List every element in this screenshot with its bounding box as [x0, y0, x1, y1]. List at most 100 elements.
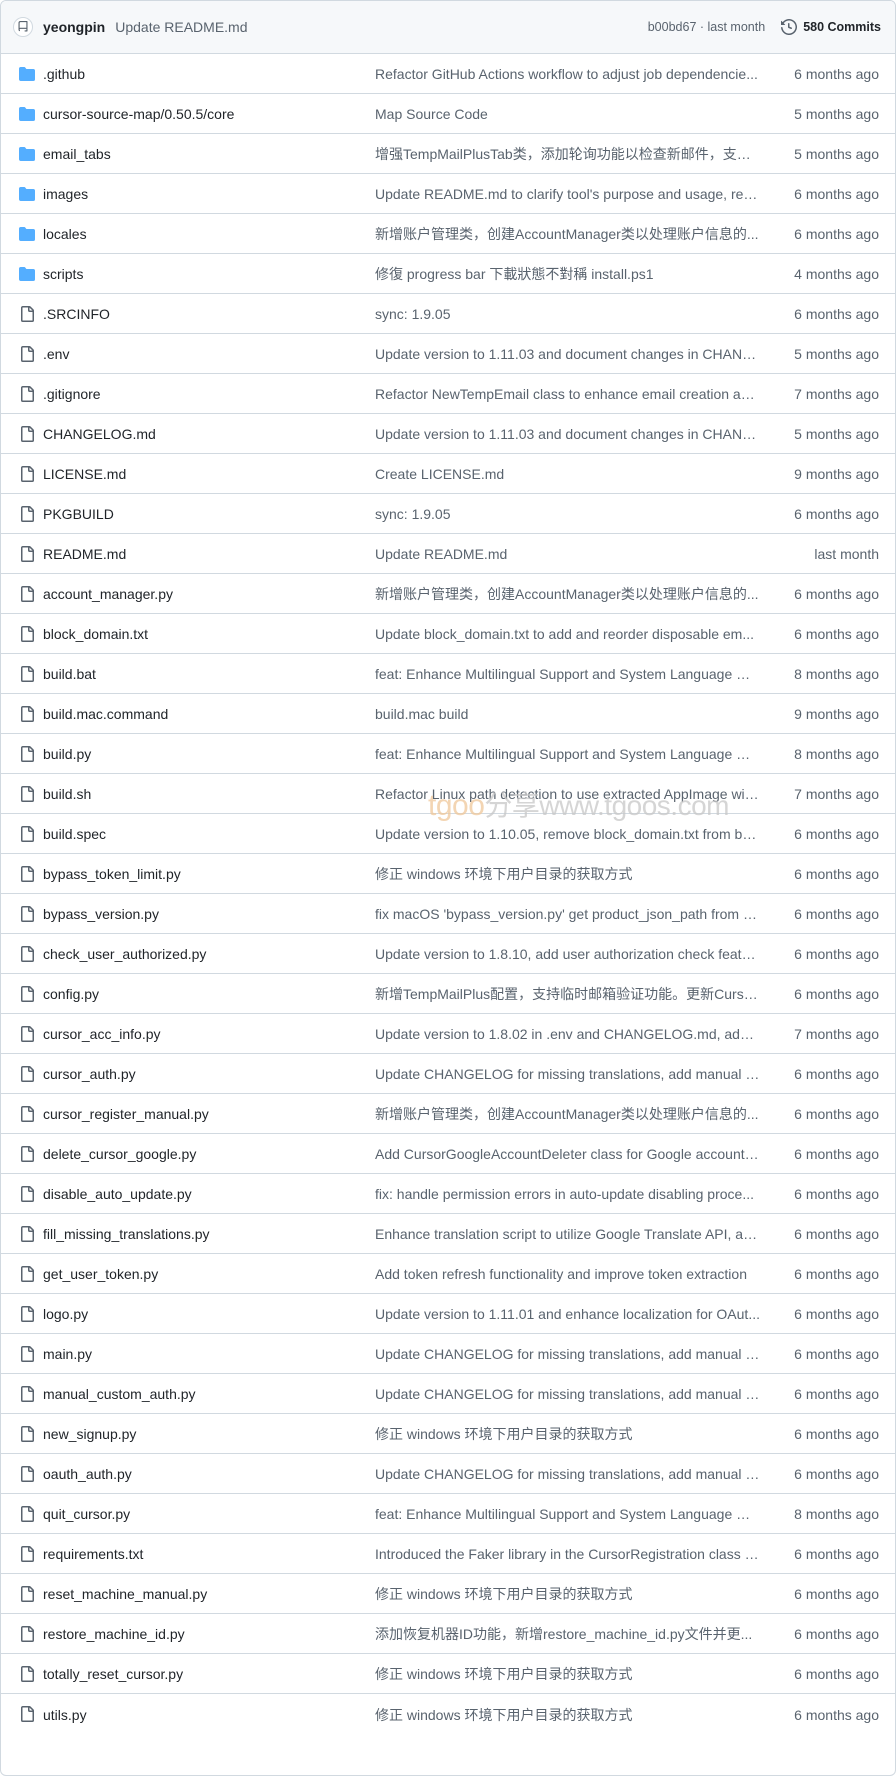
file-row[interactable]: build.spec Update version to 1.10.05, rem…	[1, 814, 895, 854]
file-name-link[interactable]: utils.py	[43, 1707, 87, 1723]
file-row[interactable]: reset_machine_manual.py 修正 windows 环境下用户目…	[1, 1574, 895, 1614]
commit-message-link[interactable]: 新增账户管理类，创建AccountManager类以处理账户信息的...	[375, 1104, 760, 1124]
commit-message-link[interactable]: feat: Enhance Multilingual Support and S…	[375, 666, 760, 682]
file-row[interactable]: get_user_token.py Add token refresh funct…	[1, 1254, 895, 1294]
commit-message-link[interactable]: Refactor GitHub Actions workflow to adju…	[375, 66, 760, 82]
file-row[interactable]: .SRCINFO sync: 1.9.05 6 months ago	[1, 294, 895, 334]
file-row[interactable]: email_tabs 增强TempMailPlusTab类，添加轮询功能以检查新邮…	[1, 134, 895, 174]
file-name-link[interactable]: CHANGELOG.md	[43, 426, 156, 442]
file-name-link[interactable]: get_user_token.py	[43, 1266, 158, 1282]
avatar[interactable]	[13, 17, 33, 37]
commit-message-link[interactable]: Update block_domain.txt to add and reord…	[375, 626, 760, 642]
commit-message-link[interactable]: 修復 progress bar 下載狀態不對稱 install.ps1	[375, 264, 760, 284]
commit-message-link[interactable]: 增强TempMailPlusTab类，添加轮询功能以检查新邮件，支持...	[375, 144, 760, 164]
file-name-link[interactable]: manual_custom_auth.py	[43, 1386, 196, 1402]
commit-message-link[interactable]: feat: Enhance Multilingual Support and S…	[375, 1506, 760, 1522]
commit-message-link[interactable]: Update version to 1.11.03 and document c…	[375, 346, 760, 362]
file-name-link[interactable]: cursor_register_manual.py	[43, 1106, 209, 1122]
commit-message-link[interactable]: Update CHANGELOG for missing translation…	[375, 1066, 760, 1082]
commit-message-link[interactable]: 新增账户管理类，创建AccountManager类以处理账户信息的...	[375, 224, 760, 244]
file-row[interactable]: cursor_auth.py Update CHANGELOG for missi…	[1, 1054, 895, 1094]
file-name-link[interactable]: restore_machine_id.py	[43, 1626, 185, 1642]
file-row[interactable]: cursor_acc_info.py Update version to 1.8.…	[1, 1014, 895, 1054]
file-name-link[interactable]: delete_cursor_google.py	[43, 1146, 196, 1162]
commit-message-link[interactable]: Update version to 1.11.03 and document c…	[375, 426, 760, 442]
file-row[interactable]: delete_cursor_google.py Add CursorGoogleA…	[1, 1134, 895, 1174]
file-name-link[interactable]: locales	[43, 226, 87, 242]
file-row[interactable]: bypass_token_limit.py 修正 windows 环境下用户目录的…	[1, 854, 895, 894]
file-name-link[interactable]: email_tabs	[43, 146, 111, 162]
file-row[interactable]: .gitignore Refactor NewTempEmail class to…	[1, 374, 895, 414]
commit-message-link[interactable]: Update version to 1.11.01 and enhance lo…	[375, 1306, 760, 1322]
file-row[interactable]: build.bat feat: Enhance Multilingual Supp…	[1, 654, 895, 694]
file-row[interactable]: totally_reset_cursor.py 修正 windows 环境下用户目…	[1, 1654, 895, 1694]
file-row[interactable]: LICENSE.md Create LICENSE.md 9 months ago	[1, 454, 895, 494]
file-name-link[interactable]: totally_reset_cursor.py	[43, 1666, 183, 1682]
file-name-link[interactable]: scripts	[43, 266, 83, 282]
file-row[interactable]: PKGBUILD sync: 1.9.05 6 months ago	[1, 494, 895, 534]
commit-message-link[interactable]: feat: Enhance Multilingual Support and S…	[375, 746, 760, 762]
file-row[interactable]: utils.py 修正 windows 环境下用户目录的获取方式 6 months …	[1, 1694, 895, 1735]
commit-meta[interactable]: b00bd67 · last month	[648, 20, 765, 34]
commit-message-link[interactable]: Update version to 1.10.05, remove block_…	[375, 826, 760, 842]
file-name-link[interactable]: bypass_version.py	[43, 906, 159, 922]
latest-commit-message[interactable]: Update README.md	[115, 19, 247, 35]
file-row[interactable]: build.sh Refactor Linux path detection to…	[1, 774, 895, 814]
commit-message-link[interactable]: Enhance translation script to utilize Go…	[375, 1226, 760, 1242]
file-name-link[interactable]: disable_auto_update.py	[43, 1186, 192, 1202]
file-name-link[interactable]: build.spec	[43, 826, 106, 842]
file-name-link[interactable]: cursor-source-map/0.50.5/core	[43, 106, 234, 122]
commit-message-link[interactable]: 修正 windows 环境下用户目录的获取方式	[375, 1705, 760, 1725]
commit-message-link[interactable]: 修正 windows 环境下用户目录的获取方式	[375, 1584, 760, 1604]
commit-message-link[interactable]: Update version to 1.8.02 in .env and CHA…	[375, 1026, 760, 1042]
file-name-link[interactable]: .gitignore	[43, 386, 101, 402]
file-name-link[interactable]: reset_machine_manual.py	[43, 1586, 207, 1602]
file-name-link[interactable]: .github	[43, 66, 85, 82]
file-name-link[interactable]: images	[43, 186, 88, 202]
commit-message-link[interactable]: fix: handle permission errors in auto-up…	[375, 1186, 760, 1202]
file-name-link[interactable]: build.sh	[43, 786, 91, 802]
file-name-link[interactable]: LICENSE.md	[43, 466, 126, 482]
file-row[interactable]: new_signup.py 修正 windows 环境下用户目录的获取方式 6 mo…	[1, 1414, 895, 1454]
file-row[interactable]: oauth_auth.py Update CHANGELOG for missin…	[1, 1454, 895, 1494]
commit-message-link[interactable]: Map Source Code	[375, 106, 760, 122]
file-name-link[interactable]: bypass_token_limit.py	[43, 866, 181, 882]
commits-button[interactable]: 580 Commits	[781, 19, 881, 35]
file-row[interactable]: cursor_register_manual.py 新增账户管理类，创建Accou…	[1, 1094, 895, 1134]
file-row[interactable]: main.py Update CHANGELOG for missing tran…	[1, 1334, 895, 1374]
file-name-link[interactable]: cursor_acc_info.py	[43, 1026, 161, 1042]
file-name-link[interactable]: README.md	[43, 546, 126, 562]
file-row[interactable]: scripts 修復 progress bar 下載狀態不對稱 install.p…	[1, 254, 895, 294]
file-row[interactable]: restore_machine_id.py 添加恢复机器ID功能，新增restor…	[1, 1614, 895, 1654]
file-name-link[interactable]: block_domain.txt	[43, 626, 148, 642]
commit-message-link[interactable]: 修正 windows 环境下用户目录的获取方式	[375, 1664, 760, 1684]
commit-author[interactable]: yeongpin	[43, 19, 105, 35]
commit-message-link[interactable]: Update CHANGELOG for missing translation…	[375, 1346, 760, 1362]
file-row[interactable]: config.py 新增TempMailPlus配置，支持临时邮箱验证功能。更新C…	[1, 974, 895, 1014]
commit-message-link[interactable]: 新增TempMailPlus配置，支持临时邮箱验证功能。更新Curso...	[375, 984, 760, 1004]
file-name-link[interactable]: build.bat	[43, 666, 96, 682]
file-name-link[interactable]: account_manager.py	[43, 586, 173, 602]
file-row[interactable]: quit_cursor.py feat: Enhance Multilingual…	[1, 1494, 895, 1534]
commit-message-link[interactable]: build.mac build	[375, 706, 760, 722]
commit-message-link[interactable]: Refactor NewTempEmail class to enhance e…	[375, 386, 760, 402]
commit-message-link[interactable]: Update CHANGELOG for missing translation…	[375, 1466, 760, 1482]
file-row[interactable]: CHANGELOG.md Update version to 1.11.03 an…	[1, 414, 895, 454]
file-name-link[interactable]: new_signup.py	[43, 1426, 136, 1442]
file-name-link[interactable]: main.py	[43, 1346, 92, 1362]
file-row[interactable]: bypass_version.py fix macOS 'bypass_versi…	[1, 894, 895, 934]
file-name-link[interactable]: config.py	[43, 986, 99, 1002]
file-row[interactable]: build.mac.command build.mac build 9 months…	[1, 694, 895, 734]
file-name-link[interactable]: logo.py	[43, 1306, 88, 1322]
commit-message-link[interactable]: Add CursorGoogleAccountDeleter class for…	[375, 1146, 760, 1162]
file-row[interactable]: check_user_authorized.py Update version t…	[1, 934, 895, 974]
commit-message-link[interactable]: Update README.md to clarify tool's purpo…	[375, 186, 760, 202]
file-name-link[interactable]: requirements.txt	[43, 1546, 143, 1562]
file-row[interactable]: .github Refactor GitHub Actions workflow …	[1, 54, 895, 94]
file-name-link[interactable]: check_user_authorized.py	[43, 946, 206, 962]
file-row[interactable]: account_manager.py 新增账户管理类，创建AccountManag…	[1, 574, 895, 614]
commit-message-link[interactable]: fix macOS 'bypass_version.py' get produc…	[375, 906, 760, 922]
commit-message-link[interactable]: Add token refresh functionality and impr…	[375, 1266, 760, 1282]
commit-message-link[interactable]: Create LICENSE.md	[375, 466, 760, 482]
commit-message-link[interactable]: Refactor Linux path detection to use ext…	[375, 786, 760, 802]
